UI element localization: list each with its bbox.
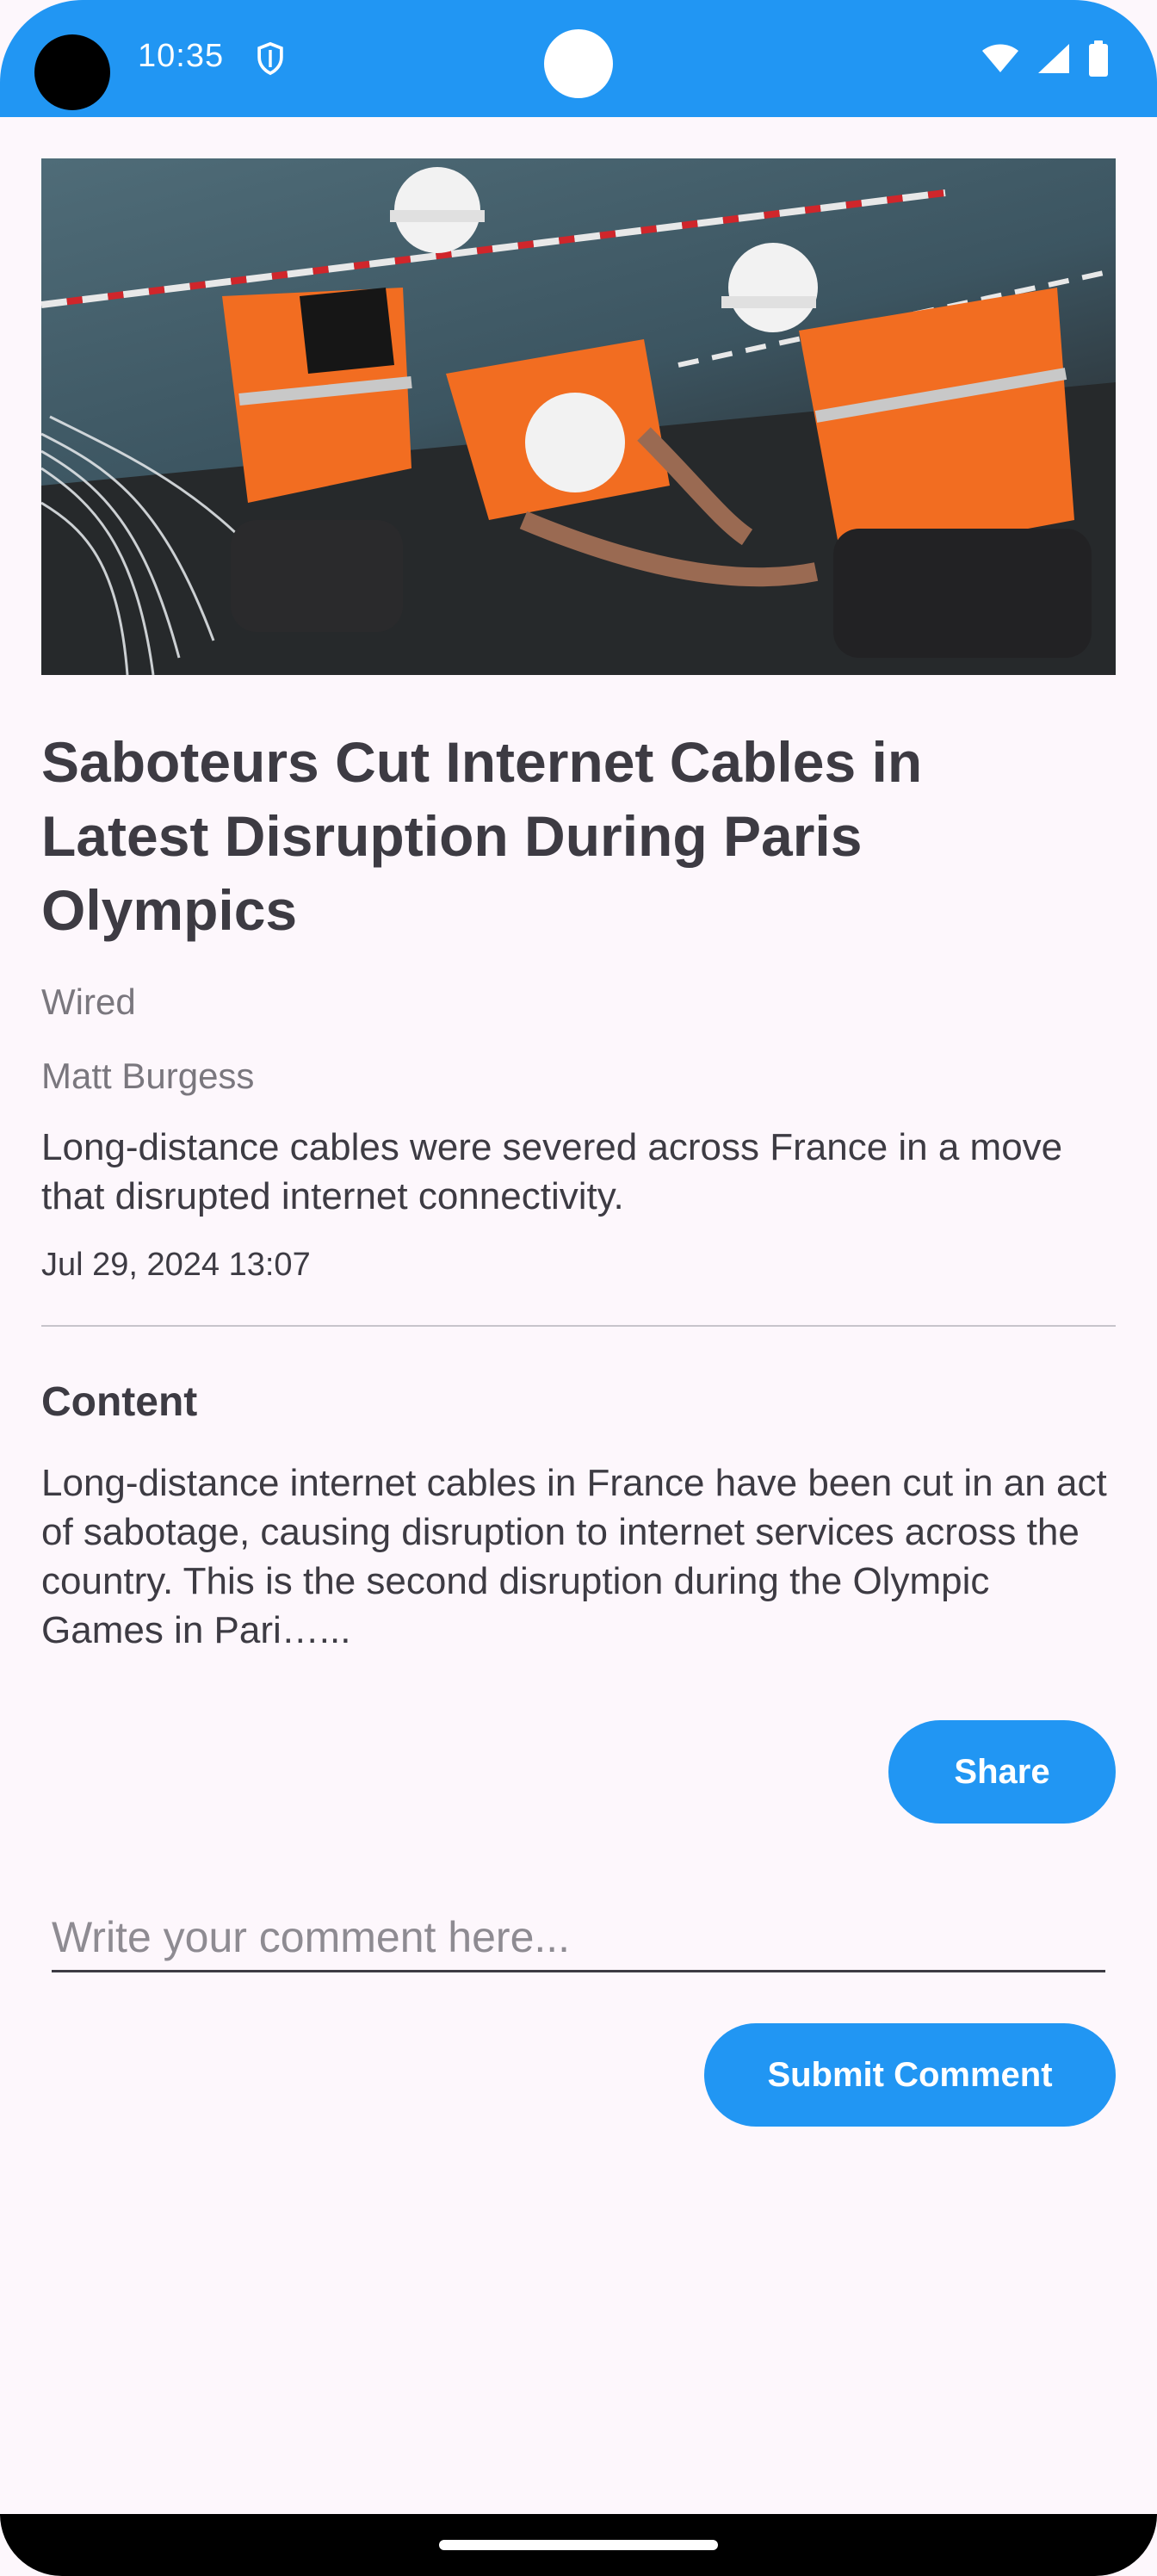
article-image	[41, 158, 1116, 675]
article-detail: Saboteurs Cut Internet Cables in Latest …	[41, 158, 1116, 1655]
home-gesture-handle[interactable]	[439, 2540, 718, 2550]
content-body: Long-distance internet cables in France …	[41, 1462, 1107, 1651]
status-time: 10:35	[138, 38, 225, 74]
wifi-icon	[982, 44, 1018, 72]
article-date: Jul 29, 2024 13:07	[41, 1247, 311, 1283]
shield-icon	[257, 41, 283, 76]
share-button[interactable]: Share	[888, 1720, 1116, 1824]
article-author: Matt Burgess	[41, 1056, 255, 1096]
divider	[41, 1325, 1116, 1327]
article-source: Wired	[41, 981, 136, 1022]
battery-icon	[1089, 40, 1108, 77]
article-description: Long-distance cables were severed across…	[41, 1126, 1063, 1217]
construction-workers-photo	[41, 167, 1116, 675]
signal-icon	[1038, 44, 1069, 73]
article-title: Saboteurs Cut Internet Cables in Latest …	[41, 730, 923, 942]
content-heading: Content	[41, 1379, 198, 1425]
submit-comment-button[interactable]: Submit Comment	[704, 2023, 1116, 2127]
status-bar: 10:35	[0, 0, 1157, 117]
status-icons	[981, 40, 1109, 77]
comment-input[interactable]	[52, 1904, 1105, 1972]
front-camera	[34, 34, 110, 110]
camera-cutout	[544, 29, 613, 98]
